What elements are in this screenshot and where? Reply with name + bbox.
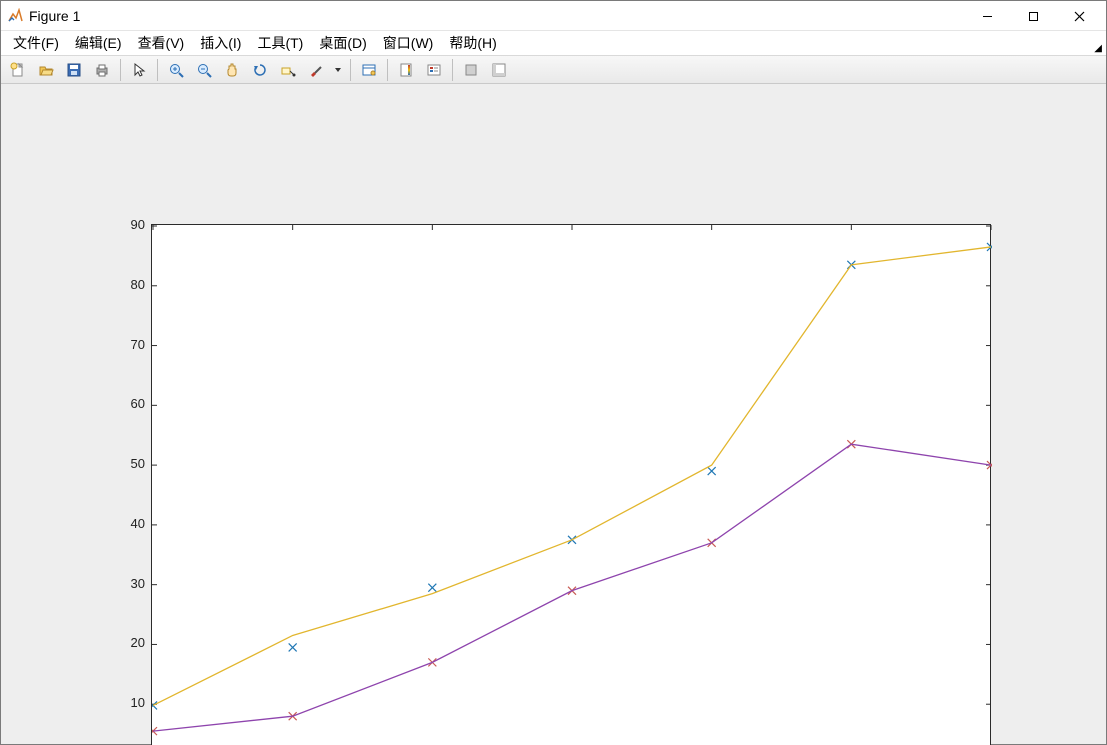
brush-icon[interactable] xyxy=(303,57,329,83)
y-tick-label: 60 xyxy=(115,396,145,411)
menu-expander-icon[interactable]: ◢ xyxy=(1094,43,1102,54)
y-tick-label: 90 xyxy=(115,217,145,232)
window-title: Figure 1 xyxy=(29,8,964,24)
y-tick-label: 30 xyxy=(115,576,145,591)
toolbar-separator xyxy=(387,59,388,81)
new-file-icon[interactable] xyxy=(5,57,31,83)
y-tick-label: 80 xyxy=(115,277,145,292)
zoom-in-icon[interactable] xyxy=(163,57,189,83)
maximize-button[interactable] xyxy=(1010,1,1056,31)
print-icon[interactable] xyxy=(89,57,115,83)
menu-window[interactable]: 窗口(W) xyxy=(375,31,442,55)
save-icon[interactable] xyxy=(61,57,87,83)
toolbar-separator xyxy=(120,59,121,81)
y-tick-label: 20 xyxy=(115,635,145,650)
y-tick-label: 10 xyxy=(115,695,145,710)
menu-tools[interactable]: 工具(T) xyxy=(249,31,311,55)
close-button[interactable] xyxy=(1056,1,1102,31)
toolbar-separator xyxy=(157,59,158,81)
rotate-icon[interactable] xyxy=(247,57,273,83)
menu-file[interactable]: 文件(F) xyxy=(5,31,67,55)
series-line xyxy=(153,247,991,705)
pan-icon[interactable] xyxy=(219,57,245,83)
y-tick-label: 50 xyxy=(115,456,145,471)
menu-edit[interactable]: 编辑(E) xyxy=(67,31,130,55)
insert-legend-icon[interactable] xyxy=(421,57,447,83)
menu-desktop[interactable]: 桌面(D) xyxy=(311,31,374,55)
series-line xyxy=(153,444,991,731)
figure-toolbar xyxy=(1,56,1106,84)
pointer-icon[interactable] xyxy=(126,57,152,83)
title-bar: Figure 1 xyxy=(1,1,1106,31)
menu-view[interactable]: 查看(V) xyxy=(130,31,193,55)
plot-svg xyxy=(152,225,992,745)
hide-plot-tools-icon[interactable] xyxy=(458,57,484,83)
menu-insert[interactable]: 插入(I) xyxy=(192,31,249,55)
menu-help[interactable]: 帮助(H) xyxy=(441,31,504,55)
insert-colorbar-icon[interactable] xyxy=(393,57,419,83)
toolbar-separator xyxy=(452,59,453,81)
open-icon[interactable] xyxy=(33,57,59,83)
menu-bar: 文件(F) 编辑(E) 查看(V) 插入(I) 工具(T) 桌面(D) 窗口(W… xyxy=(1,31,1106,56)
window-controls xyxy=(964,1,1102,30)
zoom-out-icon[interactable] xyxy=(191,57,217,83)
axes[interactable] xyxy=(151,224,991,745)
figure-window: Figure 1 文件(F) 编辑(E) 查看(V) 插入(I) 工具(T) 桌… xyxy=(0,0,1107,745)
matlab-app-icon xyxy=(7,8,23,24)
minimize-button[interactable] xyxy=(964,1,1010,31)
y-tick-label: 40 xyxy=(115,516,145,531)
show-plot-tools-icon[interactable] xyxy=(486,57,512,83)
link-icon[interactable] xyxy=(356,57,382,83)
toolbar-separator xyxy=(350,59,351,81)
brush-dropdown-icon[interactable] xyxy=(331,57,345,83)
figure-canvas[interactable]: 01020304050607080901234567 xyxy=(1,84,1106,744)
y-tick-label: 70 xyxy=(115,337,145,352)
data-cursor-icon[interactable] xyxy=(275,57,301,83)
